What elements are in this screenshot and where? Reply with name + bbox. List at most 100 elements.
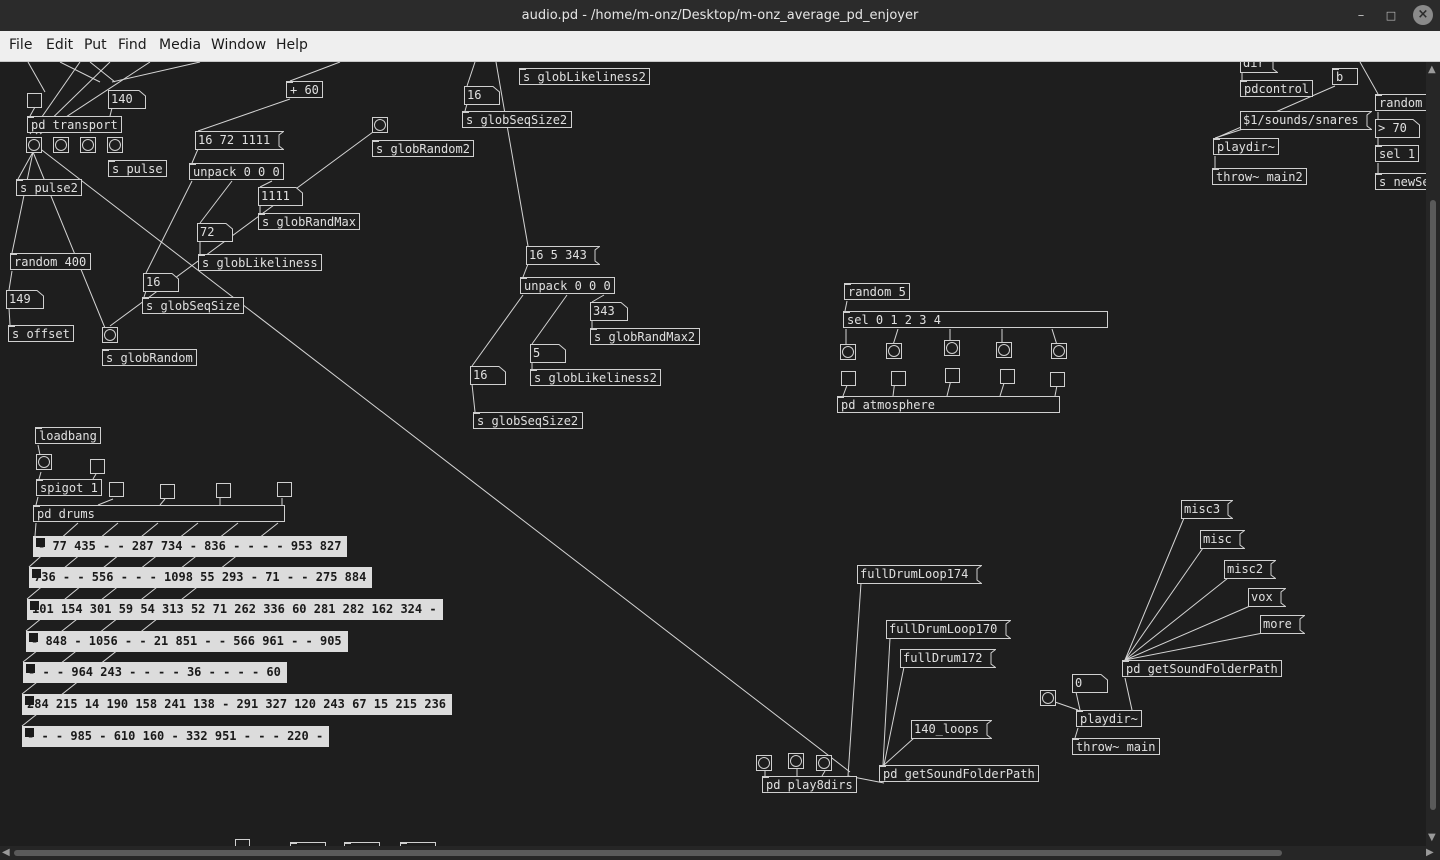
object-s-globLikeliness2[interactable]: s globLikeliness2 — [530, 369, 661, 386]
object-s-globRandom2[interactable]: s globRandom2 — [372, 140, 474, 157]
object-pd-atmosphere[interactable]: pd atmosphere — [837, 396, 1060, 413]
object-random-right[interactable]: random — [1375, 94, 1426, 111]
object-s-globSeqSize2-top[interactable]: s globSeqSize2 — [462, 111, 572, 128]
object-s-pulse[interactable]: s pulse — [108, 160, 167, 177]
bang-globRandom2[interactable] — [372, 117, 388, 133]
number-0[interactable]: 0 — [1072, 674, 1108, 693]
msg-sounds-snares[interactable]: $1/sounds/snares — [1240, 111, 1372, 130]
object-random-5[interactable]: random 5 — [844, 283, 910, 300]
number-140[interactable]: 140 — [108, 90, 146, 109]
msg-fullDrumLoop174[interactable]: fullDrumLoop174 — [857, 565, 982, 584]
menu-window[interactable]: Window — [211, 31, 266, 59]
bang-playdir[interactable] — [1040, 690, 1056, 706]
vertical-scroll-thumb[interactable] — [1430, 200, 1436, 810]
bang-sel-4[interactable] — [1051, 343, 1067, 359]
bang-globRandom[interactable] — [102, 327, 118, 343]
array-checkbox-icon[interactable] — [26, 664, 35, 673]
array-checkbox-icon[interactable] — [36, 538, 45, 547]
patch-canvas[interactable]: pd transport s pulse s pulse2 + 60 unpack 0 … — [0, 62, 1426, 846]
object-s-newSe[interactable]: s newSe — [1375, 173, 1426, 190]
bang-sel-0[interactable] — [840, 344, 856, 360]
array-row-1[interactable]: - 77 435 - - 287 734 - 836 - - - - 953 8… — [33, 536, 348, 557]
number-70[interactable]: > 70 — [1375, 119, 1420, 138]
bang-transport-1[interactable] — [26, 137, 42, 153]
horizontal-scroll-thumb[interactable] — [14, 850, 1282, 856]
object-pdcontrol[interactable]: pdcontrol — [1240, 80, 1313, 97]
toggle-drums-3[interactable] — [216, 483, 231, 498]
object-sel-0-1-2-3-4[interactable]: sel 0 1 2 3 4 — [843, 311, 1108, 328]
number-72[interactable]: 72 — [197, 223, 233, 242]
object-s-globRandom[interactable]: s globRandom — [102, 349, 197, 366]
toggle-spigot[interactable] — [90, 459, 105, 474]
object-spigot-1[interactable]: spigot 1 — [36, 479, 102, 496]
array-row-4[interactable]: - 848 - 1056 - - 21 851 - - 566 961 - - … — [26, 631, 348, 652]
toggle-transport[interactable] — [27, 93, 42, 108]
menu-file[interactable]: File — [9, 31, 32, 59]
object-playdir-main[interactable]: playdir~ — [1076, 710, 1142, 727]
msg-140-loops[interactable]: 140_loops — [911, 720, 992, 739]
number-1111[interactable]: 1111 — [258, 187, 303, 206]
scroll-down-icon[interactable]: ▼ — [1428, 832, 1436, 844]
msg-misc[interactable]: misc — [1200, 530, 1245, 549]
object-b[interactable]: b — [1332, 68, 1358, 85]
scroll-right-icon[interactable]: ▶ — [1426, 847, 1434, 859]
menu-help[interactable]: Help — [276, 31, 308, 59]
object-s-offset[interactable]: s offset — [8, 325, 74, 342]
bang-transport-4[interactable] — [107, 137, 123, 153]
minimize-icon[interactable]: – — [1349, 0, 1373, 31]
object-sel-1[interactable]: sel 1 — [1375, 145, 1419, 162]
horizontal-scrollbar[interactable]: ◀ ▶ — [0, 846, 1440, 860]
bang-play8dirs-2[interactable] — [788, 753, 804, 769]
array-checkbox-icon[interactable] — [29, 633, 38, 642]
maximize-icon[interactable]: □ — [1379, 0, 1403, 31]
object-s-pulse2[interactable]: s pulse2 — [16, 179, 82, 196]
scroll-up-icon[interactable]: ▲ — [1428, 64, 1436, 76]
object-s-globLikeliness2-top[interactable]: s globLikeliness2 — [519, 68, 650, 85]
menu-put[interactable]: Put — [84, 31, 107, 59]
msg-16-72-1111[interactable]: 16 72 1111 — [195, 131, 284, 150]
object-s-globRandMax2[interactable]: s globRandMax2 — [590, 328, 700, 345]
object-random-400[interactable]: random 400 — [10, 253, 91, 270]
array-checkbox-icon[interactable] — [30, 601, 39, 610]
array-row-2[interactable]: 736 - - 556 - - - 1098 55 293 - 71 - - 2… — [29, 567, 373, 588]
object-pd-play8dirs[interactable]: pd play8dirs — [762, 776, 857, 793]
bang-transport-3[interactable] — [80, 137, 96, 153]
msg-misc2[interactable]: misc2 — [1224, 560, 1276, 579]
msg-fullDrumLoop170[interactable]: fullDrumLoop170 — [886, 620, 1011, 639]
array-row-6[interactable]: 284 215 14 190 158 241 138 - 291 327 120… — [22, 694, 453, 715]
toggle-atmo-2[interactable] — [945, 368, 960, 383]
msg-more[interactable]: more — [1260, 615, 1305, 634]
bang-sel-2[interactable] — [944, 340, 960, 356]
bang-loadbang[interactable] — [36, 454, 52, 470]
msg-fullDrum172[interactable]: fullDrum172 — [900, 649, 996, 668]
msg-dir[interactable]: dir — [1240, 62, 1278, 73]
object-add-60[interactable]: + 60 — [286, 81, 323, 98]
msg-misc3[interactable]: misc3 — [1181, 500, 1233, 519]
object-unpack-2[interactable]: unpack 0 0 0 — [520, 277, 615, 294]
object-playdir-main2[interactable]: playdir~ — [1213, 138, 1279, 155]
vertical-scrollbar[interactable]: ▲ ▼ — [1426, 62, 1440, 846]
toggle-atmo-1[interactable] — [891, 371, 906, 386]
number-16-b[interactable]: 16 — [464, 86, 500, 105]
number-16-a[interactable]: 16 — [143, 273, 179, 292]
toggle-atmo-4[interactable] — [1050, 372, 1065, 387]
object-pd-getSoundFolderPath[interactable]: pd getSoundFolderPath — [879, 765, 1039, 782]
toggle-bottom-1[interactable] — [235, 839, 250, 846]
array-checkbox-icon[interactable] — [25, 728, 34, 737]
bang-transport-2[interactable] — [53, 137, 69, 153]
bang-play8dirs-1[interactable] — [756, 755, 772, 771]
toggle-drums-1[interactable] — [109, 482, 124, 497]
toggle-atmo-0[interactable] — [841, 371, 856, 386]
toggle-drums-4[interactable] — [277, 482, 292, 497]
array-row-5[interactable]: - - - 964 243 - - - - 36 - - - - 60 — [23, 662, 287, 683]
object-loadbang[interactable]: loadbang — [35, 427, 101, 444]
object-s-globLikeliness[interactable]: s globLikeliness — [198, 254, 322, 271]
toggle-drums-2[interactable] — [160, 484, 175, 499]
number-343[interactable]: 343 — [590, 302, 628, 321]
msg-vox[interactable]: vox — [1248, 588, 1286, 607]
number-16-c[interactable]: 16 — [470, 366, 506, 385]
close-icon[interactable]: × — [1413, 5, 1433, 25]
bang-sel-1[interactable] — [886, 343, 902, 359]
array-row-3[interactable]: 101 154 301 59 54 313 52 71 262 336 60 2… — [27, 599, 443, 620]
object-s-globSeqSize[interactable]: s globSeqSize — [142, 297, 244, 314]
